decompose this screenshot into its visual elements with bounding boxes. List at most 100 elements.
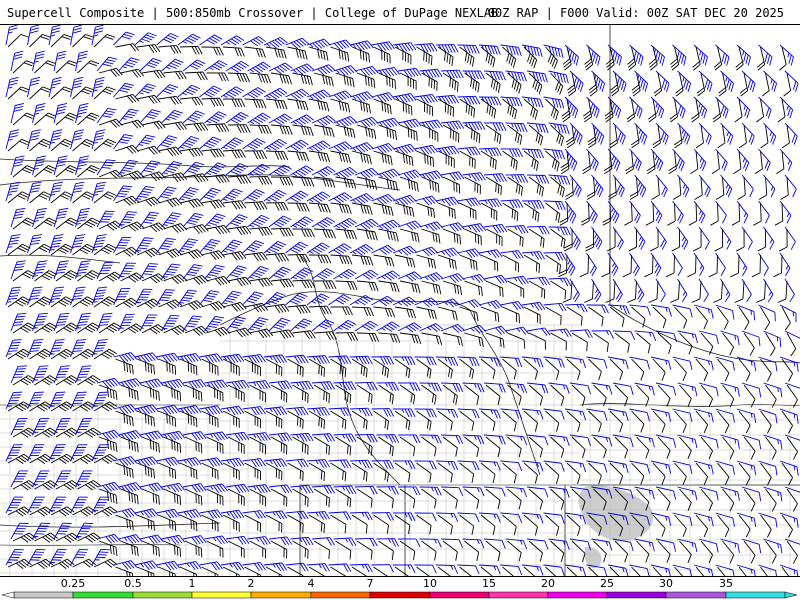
barb-feather (747, 241, 753, 250)
wind-barb (781, 124, 790, 149)
barb-half-feather (527, 149, 531, 154)
barb-feather (495, 276, 502, 284)
barb-feather (449, 173, 456, 181)
barb-feather (718, 87, 726, 94)
wind-barb (270, 124, 293, 136)
wind-barb (631, 72, 641, 97)
wind-barb (743, 332, 755, 356)
wind-barb (485, 280, 504, 298)
wind-barb (50, 243, 74, 256)
barb-feather (493, 300, 500, 309)
wind-barb (566, 124, 575, 149)
barb-feather (586, 342, 588, 352)
wind-barb (313, 280, 337, 290)
barb-feather (672, 194, 682, 200)
barb-feather (734, 298, 744, 303)
wind-barb (607, 200, 620, 224)
wind-barb (351, 254, 374, 266)
barb-feather (431, 94, 438, 103)
wind-barb (548, 174, 571, 185)
barb-feather (447, 198, 454, 206)
barb-feather (393, 117, 401, 126)
barb-feather (605, 58, 614, 65)
wind-barb (292, 228, 315, 238)
wind-barb (437, 202, 456, 219)
wind-barb (480, 150, 497, 170)
wind-barb (416, 306, 437, 320)
wind-barb (653, 72, 663, 97)
barb-feather (436, 170, 444, 179)
barb-feather (177, 122, 184, 130)
barb-feather (735, 61, 743, 68)
barb-feather (490, 301, 497, 310)
barb-feather (605, 113, 613, 120)
barb-feather (455, 223, 462, 231)
wind-barb (222, 149, 246, 159)
wind-barb (636, 332, 651, 354)
wind-barb (698, 174, 711, 198)
barb-feather (452, 172, 459, 181)
wind-barb (179, 147, 204, 158)
barb-staff (657, 176, 660, 195)
barb-feather (372, 66, 379, 74)
barb-feather (258, 252, 265, 261)
barb-feather (688, 220, 697, 226)
barb-feather (735, 246, 745, 252)
wind-barb (265, 98, 288, 110)
wind-barb (736, 200, 749, 224)
wind-barb (715, 200, 727, 224)
wind-barb (7, 34, 30, 48)
barb-feather (242, 277, 249, 286)
wind-barb (693, 148, 707, 172)
barb-feather (474, 197, 481, 206)
wind-barb (779, 148, 793, 172)
wind-barb (222, 98, 246, 108)
barb-feather (695, 142, 704, 149)
wind-barb (373, 306, 395, 318)
wind-barb (714, 228, 724, 252)
barb-half-feather (619, 305, 623, 310)
wind-barb (227, 175, 251, 185)
barb-feather (731, 220, 740, 226)
barb-feather (516, 276, 523, 285)
wind-barb (784, 70, 799, 93)
wind-barb (179, 300, 204, 311)
wind-barb (459, 254, 478, 271)
barb-feather (714, 64, 723, 71)
wind-barb (199, 34, 223, 46)
barb-feather (607, 64, 615, 71)
wind-barb (779, 304, 797, 323)
barb-feather (668, 345, 672, 354)
wind-barb (478, 147, 502, 157)
barb-feather (692, 61, 700, 68)
wind-barb (677, 174, 690, 198)
wind-barb (695, 306, 708, 330)
barb-half-feather (514, 225, 518, 231)
barb-feather (773, 272, 782, 278)
barb-feather (406, 69, 413, 78)
wind-barb (776, 150, 785, 175)
barb-half-feather (441, 250, 446, 255)
barb-staff (612, 330, 632, 333)
barb-staff (760, 202, 762, 222)
wind-barb (247, 163, 271, 176)
wind-barb (354, 167, 379, 180)
wind-barb (505, 70, 527, 82)
wind-barb (378, 280, 400, 293)
barb-feather (134, 120, 142, 128)
barb-feather (367, 40, 374, 49)
barb-feather (212, 251, 220, 260)
wind-barb (182, 59, 206, 72)
wind-barb (505, 122, 528, 133)
wind-barb (265, 46, 287, 59)
barb-feather (263, 278, 270, 287)
wind-barb (523, 306, 541, 324)
barb-feather (628, 64, 637, 71)
wind-barb (220, 137, 244, 150)
barb-feather (536, 302, 543, 311)
weather-map[interactable] (0, 24, 800, 577)
wind-barb (10, 260, 26, 280)
barb-half-feather (470, 327, 475, 332)
wind-barb (763, 226, 775, 250)
wind-barb (645, 202, 655, 226)
